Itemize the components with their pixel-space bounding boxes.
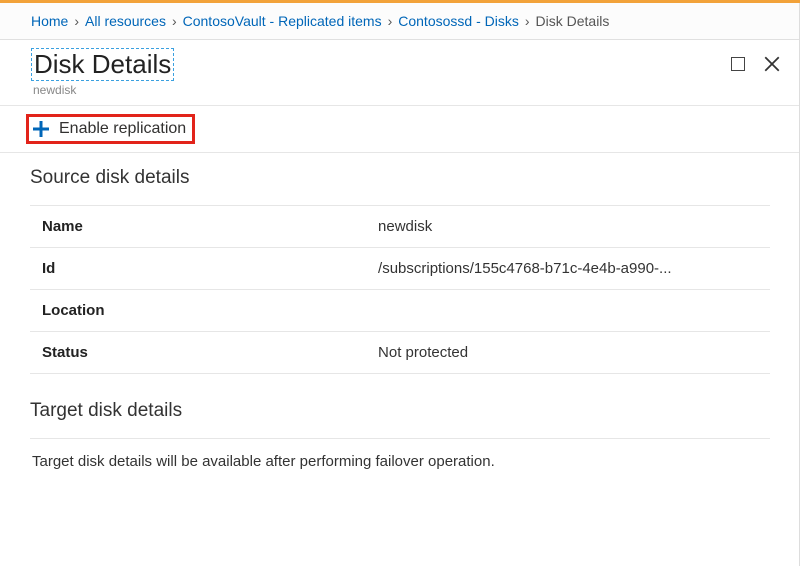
breadcrumb: Home › All resources › ContosoVault - Re… — [0, 3, 800, 40]
restore-icon — [731, 57, 745, 71]
chevron-right-icon: › — [388, 13, 393, 29]
enable-replication-label: Enable replication — [59, 120, 186, 138]
enable-replication-button[interactable]: Enable replication — [26, 114, 195, 144]
source-section-heading: Source disk details — [30, 167, 770, 189]
breadcrumb-home[interactable]: Home — [31, 13, 68, 29]
breadcrumb-disks[interactable]: Contosossd - Disks — [398, 13, 519, 29]
restore-window-button[interactable] — [728, 54, 748, 74]
row-id: Id /subscriptions/155c4768-b71c-4e4b-a99… — [30, 248, 770, 290]
label-id: Id — [34, 260, 378, 277]
chevron-right-icon: › — [525, 13, 530, 29]
close-icon — [763, 55, 781, 73]
row-name: Name newdisk — [30, 205, 770, 248]
target-section-message: Target disk details will be available af… — [30, 438, 770, 484]
blade-header: Disk Details — [0, 40, 800, 83]
content: Source disk details Name newdisk Id /sub… — [0, 153, 800, 498]
label-status: Status — [34, 344, 378, 361]
page-title: Disk Details — [34, 49, 171, 79]
chevron-right-icon: › — [74, 13, 79, 29]
breadcrumb-vault[interactable]: ContosoVault - Replicated items — [183, 13, 382, 29]
target-section: Target disk details Target disk details … — [30, 400, 770, 484]
row-status: Status Not protected — [30, 332, 770, 374]
value-status: Not protected — [378, 344, 766, 361]
chevron-right-icon: › — [172, 13, 177, 29]
value-id: /subscriptions/155c4768-b71c-4e4b-a990-.… — [378, 260, 766, 277]
breadcrumb-current: Disk Details — [536, 13, 610, 29]
value-location — [378, 302, 766, 319]
toolbar: Enable replication — [0, 106, 800, 153]
close-button[interactable] — [762, 54, 782, 74]
label-location: Location — [34, 302, 378, 319]
plus-icon — [31, 119, 51, 139]
label-name: Name — [34, 218, 378, 235]
title-selection-box: Disk Details — [31, 48, 174, 81]
row-location: Location — [30, 290, 770, 332]
page-subtitle: newdisk — [0, 83, 800, 105]
breadcrumb-all-resources[interactable]: All resources — [85, 13, 166, 29]
target-section-heading: Target disk details — [30, 400, 770, 422]
value-name: newdisk — [378, 218, 766, 235]
